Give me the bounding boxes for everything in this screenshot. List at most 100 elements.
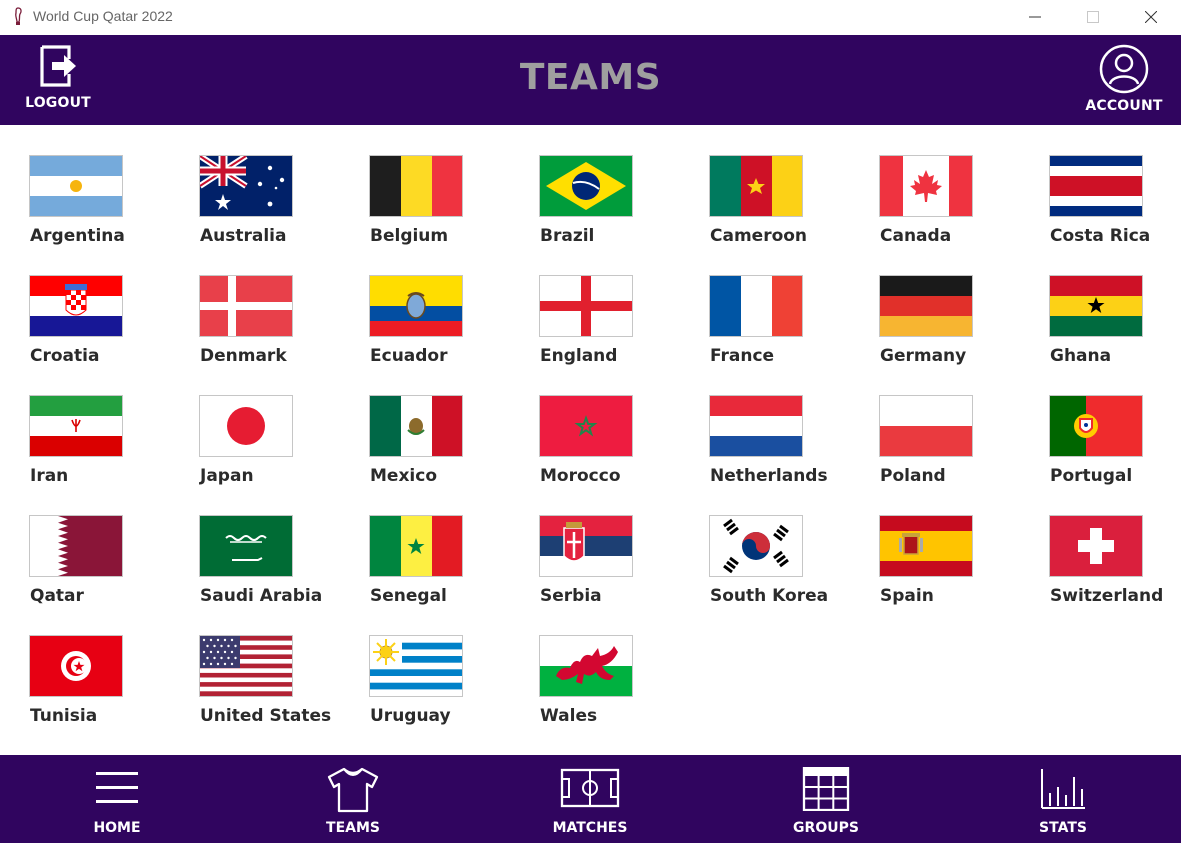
nav-teams-label: TEAMS: [326, 820, 380, 836]
team-name: Ecuador: [370, 346, 448, 366]
team-card-morocco[interactable]: Morocco: [539, 395, 689, 505]
team-name: England: [540, 346, 618, 366]
app-header: LOGOUT TEAMS ACCOUNT: [0, 35, 1181, 125]
window-title: World Cup Qatar 2022: [33, 8, 173, 24]
nav-groups-label: GROUPS: [793, 820, 859, 836]
football-pitch-icon: [560, 768, 620, 808]
maximize-button[interactable]: [1064, 0, 1122, 33]
ecuador-flag-icon: [369, 275, 463, 337]
team-name: Germany: [880, 346, 967, 366]
team-card-iran[interactable]: Iran: [29, 395, 179, 505]
team-card-senegal[interactable]: Senegal: [369, 515, 519, 625]
team-name: Denmark: [200, 346, 287, 366]
account-icon: [1099, 44, 1149, 94]
page-title: TEAMS: [519, 57, 662, 98]
close-button[interactable]: [1122, 0, 1180, 33]
team-card-south-korea[interactable]: South Korea: [709, 515, 859, 625]
nav-teams[interactable]: TEAMS: [278, 755, 428, 843]
team-name: Japan: [200, 466, 254, 486]
minimize-button[interactable]: [1006, 0, 1064, 33]
germany-flag-icon: [879, 275, 973, 337]
nav-stats[interactable]: STATS: [988, 755, 1138, 843]
team-name: Portugal: [1050, 466, 1133, 486]
team-card-saudi-arabia[interactable]: Saudi Arabia: [199, 515, 349, 625]
mexico-flag-icon: [369, 395, 463, 457]
nav-matches-label: MATCHES: [552, 820, 628, 836]
team-card-portugal[interactable]: Portugal: [1049, 395, 1181, 505]
team-card-ghana[interactable]: Ghana: [1049, 275, 1181, 385]
team-name: Saudi Arabia: [200, 586, 323, 606]
united-states-flag-icon: [199, 635, 293, 697]
account-button[interactable]: ACCOUNT: [1082, 35, 1166, 125]
team-card-germany[interactable]: Germany: [879, 275, 1029, 385]
cameroon-flag-icon: [709, 155, 803, 217]
portugal-flag-icon: [1049, 395, 1143, 457]
saudi-arabia-flag-icon: [199, 515, 293, 577]
team-name: Switzerland: [1050, 586, 1164, 606]
spain-flag-icon: [879, 515, 973, 577]
nav-matches[interactable]: MATCHES: [515, 755, 665, 843]
qatar-flag-icon: [29, 515, 123, 577]
canada-flag-icon: [879, 155, 973, 217]
team-card-argentina[interactable]: Argentina: [29, 155, 179, 265]
team-name: Australia: [200, 226, 287, 246]
team-card-australia[interactable]: Australia: [199, 155, 349, 265]
team-name: Belgium: [370, 226, 449, 246]
poland-flag-icon: [879, 395, 973, 457]
world-cup-trophy-icon: [15, 7, 22, 25]
account-label: ACCOUNT: [1085, 98, 1163, 114]
team-card-spain[interactable]: Spain: [879, 515, 1029, 625]
nav-stats-label: STATS: [1039, 820, 1087, 836]
brazil-flag-icon: [539, 155, 633, 217]
team-card-mexico[interactable]: Mexico: [369, 395, 519, 505]
team-card-england[interactable]: England: [539, 275, 689, 385]
team-name: Iran: [30, 466, 69, 486]
team-card-belgium[interactable]: Belgium: [369, 155, 519, 265]
window-titlebar: World Cup Qatar 2022: [0, 0, 1181, 35]
close-icon: [1145, 10, 1157, 23]
team-name: Qatar: [30, 586, 84, 606]
team-name: Ghana: [1050, 346, 1112, 366]
nav-groups[interactable]: GROUPS: [751, 755, 901, 843]
iran-flag-icon: [29, 395, 123, 457]
team-card-france[interactable]: France: [709, 275, 859, 385]
minimize-icon: [1029, 16, 1041, 17]
team-card-wales[interactable]: Wales: [539, 635, 689, 745]
team-name: Uruguay: [370, 706, 451, 726]
team-card-japan[interactable]: Japan: [199, 395, 349, 505]
uruguay-flag-icon: [369, 635, 463, 697]
team-card-qatar[interactable]: Qatar: [29, 515, 179, 625]
team-name: United States: [200, 706, 332, 726]
nav-home[interactable]: HOME: [42, 755, 192, 843]
costa-rica-flag-icon: [1049, 155, 1143, 217]
team-name: South Korea: [710, 586, 829, 606]
team-name: Spain: [880, 586, 934, 606]
ghana-flag-icon: [1049, 275, 1143, 337]
team-card-united-states[interactable]: United States: [199, 635, 349, 745]
team-name: France: [710, 346, 775, 366]
senegal-flag-icon: [369, 515, 463, 577]
team-name: Senegal: [370, 586, 447, 606]
wales-flag-icon: [539, 635, 633, 697]
team-card-netherlands[interactable]: Netherlands: [709, 395, 859, 505]
team-card-tunisia[interactable]: Tunisia: [29, 635, 179, 745]
team-name: Wales: [540, 706, 598, 726]
morocco-flag-icon: [539, 395, 633, 457]
team-card-serbia[interactable]: Serbia: [539, 515, 689, 625]
team-card-denmark[interactable]: Denmark: [199, 275, 349, 385]
team-card-poland[interactable]: Poland: [879, 395, 1029, 505]
team-card-ecuador[interactable]: Ecuador: [369, 275, 519, 385]
denmark-flag-icon: [199, 275, 293, 337]
team-card-costa-rica[interactable]: Costa Rica: [1049, 155, 1181, 265]
team-card-cameroon[interactable]: Cameroon: [709, 155, 859, 265]
france-flag-icon: [709, 275, 803, 337]
team-card-uruguay[interactable]: Uruguay: [369, 635, 519, 745]
australia-flag-icon: [199, 155, 293, 217]
team-card-switzerland[interactable]: Switzerland: [1049, 515, 1181, 625]
argentina-flag-icon: [29, 155, 123, 217]
team-card-canada[interactable]: Canada: [879, 155, 1029, 265]
team-name: Cameroon: [710, 226, 808, 246]
team-card-brazil[interactable]: Brazil: [539, 155, 689, 265]
team-card-croatia[interactable]: Croatia: [29, 275, 179, 385]
team-name: Morocco: [540, 466, 621, 486]
